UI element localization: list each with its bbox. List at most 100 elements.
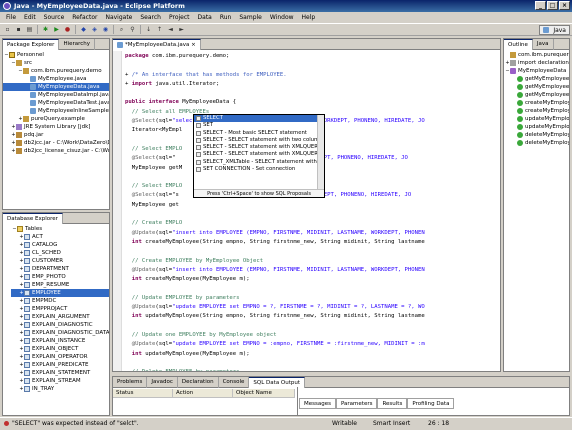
subtab-profiling-data[interactable]: Profiling Data: [407, 398, 455, 409]
column-object-name[interactable]: Object Name: [233, 389, 295, 398]
maximize-button[interactable]: □: [547, 1, 558, 10]
tab-java[interactable]: Java: [533, 39, 554, 50]
tree-item[interactable]: + JRE System Library [jdk]: [3, 123, 109, 131]
previous-annotation-icon[interactable]: ↑: [155, 25, 164, 34]
content-assist-item[interactable]: SELECT - SELECT statement with XMLQUERY …: [194, 151, 324, 158]
tree-item[interactable]: + pdq.jar: [3, 131, 109, 139]
tree-item[interactable]: − src: [3, 59, 109, 67]
menu-project[interactable]: Project: [165, 12, 194, 23]
column-action[interactable]: Action: [173, 389, 233, 398]
tree-item[interactable]: MyEmployee.java: [3, 75, 109, 83]
debug-icon[interactable]: ✱: [41, 25, 50, 34]
menu-help[interactable]: Help: [298, 12, 320, 23]
tab-editor-file[interactable]: *MyEmployeeData.java ×: [113, 39, 201, 50]
tree-item[interactable]: MyEmployeeDataImpl.java: [3, 91, 109, 99]
content-assist-item[interactable]: SELECT_XMLTable - SELECT statement with …: [194, 159, 324, 166]
tree-item[interactable]: − com.ibm.purequery.demo: [3, 67, 109, 75]
tree-item[interactable]: MyEmployeeDataTest.java: [3, 99, 109, 107]
tree-item[interactable]: + EXPLAIN_OBJECT: [11, 345, 109, 353]
menu-navigate[interactable]: Navigate: [101, 12, 136, 23]
back-icon[interactable]: ◄: [166, 25, 175, 34]
content-assist-item[interactable]: SET: [194, 122, 324, 129]
tree-item[interactable]: updateMyEmploy: [504, 123, 569, 131]
menu-sample[interactable]: Sample: [235, 12, 266, 23]
content-assist-item[interactable]: SELECT: [194, 115, 324, 123]
run-icon[interactable]: ▶: [52, 25, 61, 34]
save-icon[interactable]: ▪: [14, 25, 23, 34]
tree-item[interactable]: updateMyEmploy: [504, 115, 569, 123]
subtab-parameters[interactable]: Parameters: [335, 398, 378, 409]
tree-item[interactable]: + import declarations: [504, 59, 569, 67]
tab-outline[interactable]: Outline: [504, 39, 533, 50]
tree-item[interactable]: + EXPLAIN_DIAGNOSTIC: [11, 321, 109, 329]
tree-item[interactable]: getMyEmployee(: [504, 83, 569, 91]
tree-item[interactable]: + ACT: [11, 233, 109, 241]
tree-item[interactable]: + IN_TRAY: [11, 385, 109, 393]
search-icon[interactable]: ⚲: [128, 25, 137, 34]
menu-edit[interactable]: Edit: [20, 12, 40, 23]
tab-problems[interactable]: Problems: [113, 377, 148, 388]
split-divider[interactable]: [297, 387, 298, 415]
perspective-switcher[interactable]: Java: [539, 25, 570, 35]
tree-item[interactable]: + EXPLAIN_DIAGNOSTIC_DATA: [11, 329, 109, 337]
tree-item[interactable]: + EMPPROJACT: [11, 305, 109, 313]
code-area[interactable]: package com.ibm.purequery.demo; + /* An i…: [125, 52, 497, 371]
tab-hierarchy[interactable]: Hierarchy: [59, 39, 96, 50]
tree-item[interactable]: getMyEmployees(: [504, 75, 569, 83]
tab-declaration[interactable]: Declaration: [178, 377, 219, 388]
tree-item[interactable]: MyEmployeeInlineSample.java: [3, 107, 109, 115]
tab-package-explorer[interactable]: Package Explorer: [3, 39, 60, 50]
new-java-project-icon[interactable]: ◆: [79, 25, 88, 34]
tree-item[interactable]: deleteMyEmploy: [504, 139, 569, 147]
menu-data[interactable]: Data: [194, 12, 216, 23]
tree-item[interactable]: + EXPLAIN_STATEMENT: [11, 369, 109, 377]
tree-item[interactable]: + EXPLAIN_ARGUMENT: [11, 313, 109, 321]
menu-refactor[interactable]: Refactor: [68, 12, 101, 23]
menu-search[interactable]: Search: [136, 12, 165, 23]
new-package-icon[interactable]: ◈: [90, 25, 99, 34]
tree-item[interactable]: − Tables: [11, 225, 109, 233]
new-icon[interactable]: ▫: [3, 25, 12, 34]
tree-item[interactable]: + CUSTOMER: [11, 257, 109, 265]
tree-item[interactable]: + EXPLAIN_STREAM: [11, 377, 109, 385]
tree-item[interactable]: createMyEmploy: [504, 107, 569, 115]
tree-item[interactable]: + EMP_RESUME: [11, 281, 109, 289]
tree-item[interactable]: + EXPLAIN_PREDICATE: [11, 361, 109, 369]
minimize-button[interactable]: _: [535, 1, 546, 10]
tab-database-explorer[interactable]: Database Explorer: [3, 213, 63, 224]
tree-item[interactable]: + pureQuery.example: [3, 115, 109, 123]
content-assist-scrollbar[interactable]: [317, 115, 324, 189]
close-button[interactable]: ×: [559, 1, 570, 10]
content-assist-item[interactable]: SET CONNECTION - Set connection: [194, 166, 324, 173]
tree-item[interactable]: + db2jcc_license_cisuz.jar - C:\Work: [3, 147, 109, 155]
tree-item[interactable]: + EMPLOYEE: [11, 289, 109, 297]
tree-item[interactable]: com.ibm.purequery.: [504, 51, 569, 59]
content-assist-item[interactable]: SELECT - Most basic SELECT statement: [194, 130, 324, 137]
forward-icon[interactable]: ►: [177, 25, 186, 34]
tree-item[interactable]: + CL_SCHED: [11, 249, 109, 257]
tab-console[interactable]: Console: [219, 377, 250, 388]
content-assist-item[interactable]: SELECT - SELECT statement with XMLQUERY …: [194, 144, 324, 151]
tree-item[interactable]: + EXPLAIN_INSTANCE: [11, 337, 109, 345]
subtab-messages[interactable]: Messages: [299, 398, 336, 409]
print-icon[interactable]: ▤: [25, 25, 34, 34]
menu-run[interactable]: Run: [216, 12, 236, 23]
tree-item[interactable]: − Personnel: [3, 51, 109, 59]
content-assist-item[interactable]: SELECT - SELECT statement with two colum…: [194, 137, 324, 144]
new-class-icon[interactable]: ◉: [101, 25, 110, 34]
tree-item[interactable]: + db2jcc.jar - C:\Work\DataZero\DB: [3, 139, 109, 147]
tree-item[interactable]: getMyEmployee(: [504, 91, 569, 99]
tab-javadoc[interactable]: Javadoc: [147, 377, 178, 388]
tree-item[interactable]: + EMP_PHOTO: [11, 273, 109, 281]
subtab-results[interactable]: Results: [377, 398, 408, 409]
next-annotation-icon[interactable]: ↓: [144, 25, 153, 34]
tree-item[interactable]: + CATALOG: [11, 241, 109, 249]
menu-source[interactable]: Source: [40, 12, 69, 23]
menu-file[interactable]: File: [2, 12, 20, 23]
column-status[interactable]: Status: [113, 389, 173, 398]
tree-item[interactable]: + DEPARTMENT: [11, 265, 109, 273]
tree-item[interactable]: − MyEmployeeData: [504, 67, 569, 75]
tree-item[interactable]: + EMPMDC: [11, 297, 109, 305]
menu-window[interactable]: Window: [266, 12, 298, 23]
tree-item[interactable]: MyEmployeeData.java: [3, 83, 109, 91]
